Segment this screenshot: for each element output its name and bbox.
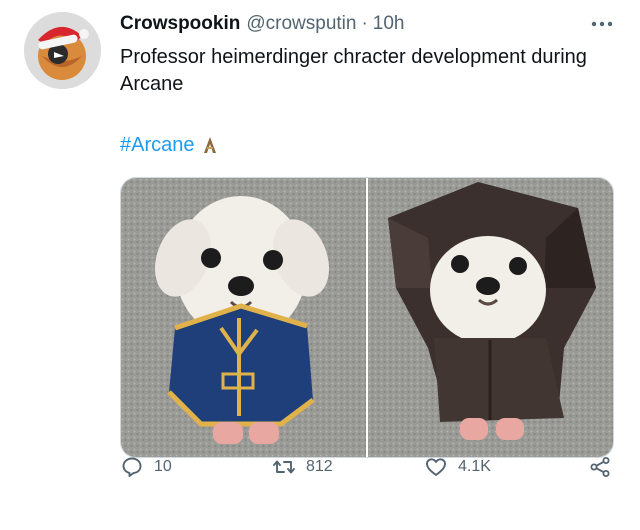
tweet-text: Professor heimerdinger chracter developm… (120, 46, 587, 95)
photo-dog-dark-hood[interactable] (368, 178, 613, 457)
avatar-image (24, 12, 101, 89)
like-count: 4.1K (458, 458, 491, 475)
media-grid (120, 177, 614, 458)
dog-in-blue-coat-photo (121, 178, 366, 457)
dog-in-dark-hood-photo (368, 178, 613, 457)
hashtag-line: #Arcane (120, 131, 217, 159)
author-handle[interactable]: @crowsputin (246, 13, 356, 35)
heart-icon (426, 458, 446, 476)
share-icon (590, 457, 610, 477)
share-button[interactable] (588, 452, 612, 482)
reply-icon (122, 457, 142, 477)
more-options-button[interactable] (588, 10, 616, 38)
retweet-icon (273, 460, 295, 474)
hashtag-link[interactable]: #Arcane (120, 134, 195, 157)
reply-count: 10 (154, 458, 172, 475)
like-button[interactable]: 4.1K (424, 452, 491, 482)
retweet-button[interactable]: 812 (272, 452, 333, 482)
arcane-hashflag-icon (203, 136, 217, 154)
tweet-timestamp[interactable]: 10h (373, 13, 405, 35)
header-separator: · (361, 13, 368, 34)
author-display-name[interactable]: Crowspookin (120, 13, 240, 35)
more-icon (591, 21, 613, 27)
tweet-header: Crowspookin @crowsputin · 10h (120, 12, 404, 36)
tweet-actions: 10 812 4.1K (120, 452, 620, 482)
avatar[interactable] (24, 12, 101, 89)
tweet[interactable]: Crowspookin @crowsputin · 10h Professor … (0, 0, 640, 530)
reply-button[interactable]: 10 (120, 452, 172, 482)
retweet-count: 812 (306, 458, 333, 475)
photo-dog-blue-coat[interactable] (121, 178, 366, 457)
